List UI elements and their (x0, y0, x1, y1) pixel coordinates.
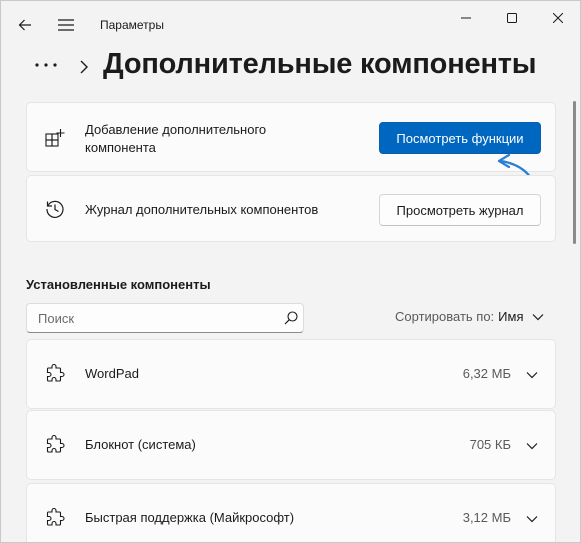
navigation-menu-button[interactable] (50, 9, 82, 41)
feature-size: 6,32 МБ (462, 366, 511, 381)
feature-name: Блокнот (система) (85, 437, 196, 452)
feature-history-label: Журнал дополнительных компонентов (85, 202, 319, 217)
installed-features-heading: Установленные компоненты (26, 277, 211, 292)
feature-name: WordPad (85, 366, 139, 381)
add-feature-card: Добавление дополнительного компонента По… (26, 102, 556, 172)
feature-size: 3,12 МБ (462, 510, 511, 525)
sort-dropdown[interactable]: Сортировать по: Имя (395, 309, 544, 324)
scrollbar-thumb[interactable] (573, 101, 576, 244)
search-icon[interactable] (283, 310, 299, 326)
search-box (26, 303, 304, 333)
history-icon (44, 198, 66, 220)
puzzle-icon (46, 363, 65, 382)
feature-history-card: Журнал дополнительных компонентов Просмо… (26, 175, 556, 242)
view-history-button[interactable]: Просмотреть журнал (379, 194, 541, 226)
breadcrumb-chevron-icon (76, 57, 92, 77)
title-bar: Параметры (1, 1, 580, 51)
close-button[interactable] (535, 1, 580, 35)
feature-name: Быстрая поддержка (Майкрософт) (85, 510, 295, 525)
minimize-button[interactable] (443, 1, 489, 35)
chevron-down-icon[interactable] (525, 439, 539, 453)
back-arrow-icon (18, 19, 31, 31)
feature-item-notepad[interactable]: Блокнот (система) 705 КБ (26, 410, 556, 480)
page-title: Дополнительные компоненты (103, 48, 537, 80)
sort-label: Сортировать по: (395, 309, 495, 324)
window-title: Параметры (100, 18, 164, 32)
chevron-down-icon[interactable] (525, 368, 539, 382)
puzzle-icon (46, 434, 65, 453)
more-dots-icon (35, 63, 57, 67)
feature-item-quick-assist[interactable]: Быстрая поддержка (Майкрософт) 3,12 МБ (26, 483, 556, 542)
chevron-down-icon (532, 313, 544, 321)
puzzle-icon (46, 507, 65, 526)
maximize-icon (507, 13, 517, 23)
view-features-button[interactable]: Посмотреть функции (379, 122, 541, 154)
minimize-icon (461, 17, 471, 19)
breadcrumb-more-button[interactable] (29, 53, 63, 77)
feature-size: 705 КБ (469, 437, 511, 452)
maximize-button[interactable] (489, 1, 535, 35)
chevron-down-icon[interactable] (525, 512, 539, 526)
add-feature-label: Добавление дополнительного компонента (85, 122, 267, 155)
settings-window: Параметры Дополнительные компоненты Доба… (0, 0, 581, 543)
feature-item-wordpad[interactable]: WordPad 6,32 МБ (26, 339, 556, 409)
back-button[interactable] (9, 9, 41, 41)
close-icon (553, 13, 563, 23)
vertical-scrollbar[interactable] (572, 101, 578, 541)
sort-value: Имя (498, 309, 524, 324)
search-input[interactable] (27, 304, 267, 332)
hamburger-menu-icon (58, 19, 74, 31)
add-feature-icon (44, 127, 66, 149)
